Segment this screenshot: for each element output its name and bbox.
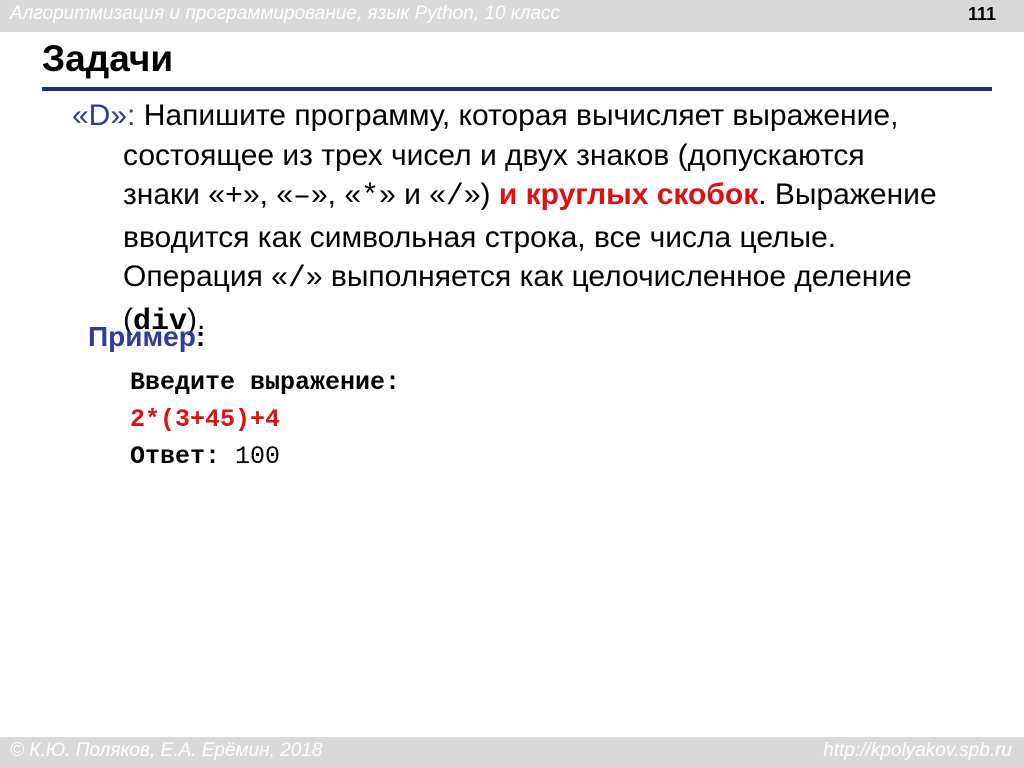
example-code: Введите выражение: 2*(3+45)+4 Ответ: 100 bbox=[130, 364, 400, 475]
task-line-2: состоящее из трех чисел и двух знаков (д… bbox=[123, 138, 865, 172]
task-text-5a: Операция « bbox=[123, 260, 288, 293]
example-heading: Пример: bbox=[88, 321, 205, 353]
footer-url: http://kpolyakov.spb.ru bbox=[823, 740, 1012, 761]
operator-plus: + bbox=[224, 180, 243, 214]
footer-author: © К.Ю. Поляков, Е.А. Ерёмин, 2018 bbox=[10, 740, 323, 761]
page-number: 111 bbox=[967, 4, 996, 24]
parentheses-highlight: и круглых скобок bbox=[498, 178, 759, 211]
task-text-3c: », « bbox=[311, 178, 362, 211]
task-text-3b: », « bbox=[242, 178, 293, 211]
task-line-4: вводится как символьная строка, все числ… bbox=[123, 220, 837, 254]
operator-minus: – bbox=[292, 180, 311, 214]
task-description: «D»: Напишите программу, которая вычисля… bbox=[72, 96, 992, 342]
task-text-1: Напишите программу, которая вычисляет вы… bbox=[135, 99, 899, 132]
code-answer-value: 100 bbox=[220, 442, 281, 471]
operator-divide: / bbox=[445, 180, 464, 214]
course-title: Алгоритмизация и программирование, язык … bbox=[10, 3, 560, 24]
example-label: Пример bbox=[88, 321, 196, 352]
task-line-6: (div). bbox=[72, 300, 992, 343]
operator-multiply: * bbox=[361, 180, 380, 214]
code-answer-label: Ответ: bbox=[130, 442, 221, 471]
task-text-3f: . Выражение bbox=[758, 178, 937, 211]
task-text-3e: ») bbox=[463, 178, 499, 211]
task-line-1: «D»: Напишите программу, которая вычисля… bbox=[72, 96, 992, 136]
code-answer-line: Ответ: 100 bbox=[130, 438, 400, 475]
code-prompt: Введите выражение: bbox=[130, 368, 401, 397]
operator-divide-2: / bbox=[287, 262, 306, 296]
task-text-3d: » и « bbox=[379, 178, 446, 211]
task-text-3a: знаки « bbox=[123, 178, 225, 211]
example-colon: : bbox=[195, 321, 206, 352]
task-text-5b: » выполняется как целочисленное деление bbox=[305, 260, 912, 293]
task-label: «D» bbox=[72, 99, 128, 132]
task-line-3: знаки «+», «–», «*» и «/») и круглых ско… bbox=[72, 175, 992, 218]
title-divider bbox=[42, 87, 992, 91]
slide-title: Задачи bbox=[42, 38, 174, 79]
task-line-5: Операция «/» выполняется как целочисленн… bbox=[72, 257, 992, 300]
code-input: 2*(3+45)+4 bbox=[130, 405, 281, 434]
